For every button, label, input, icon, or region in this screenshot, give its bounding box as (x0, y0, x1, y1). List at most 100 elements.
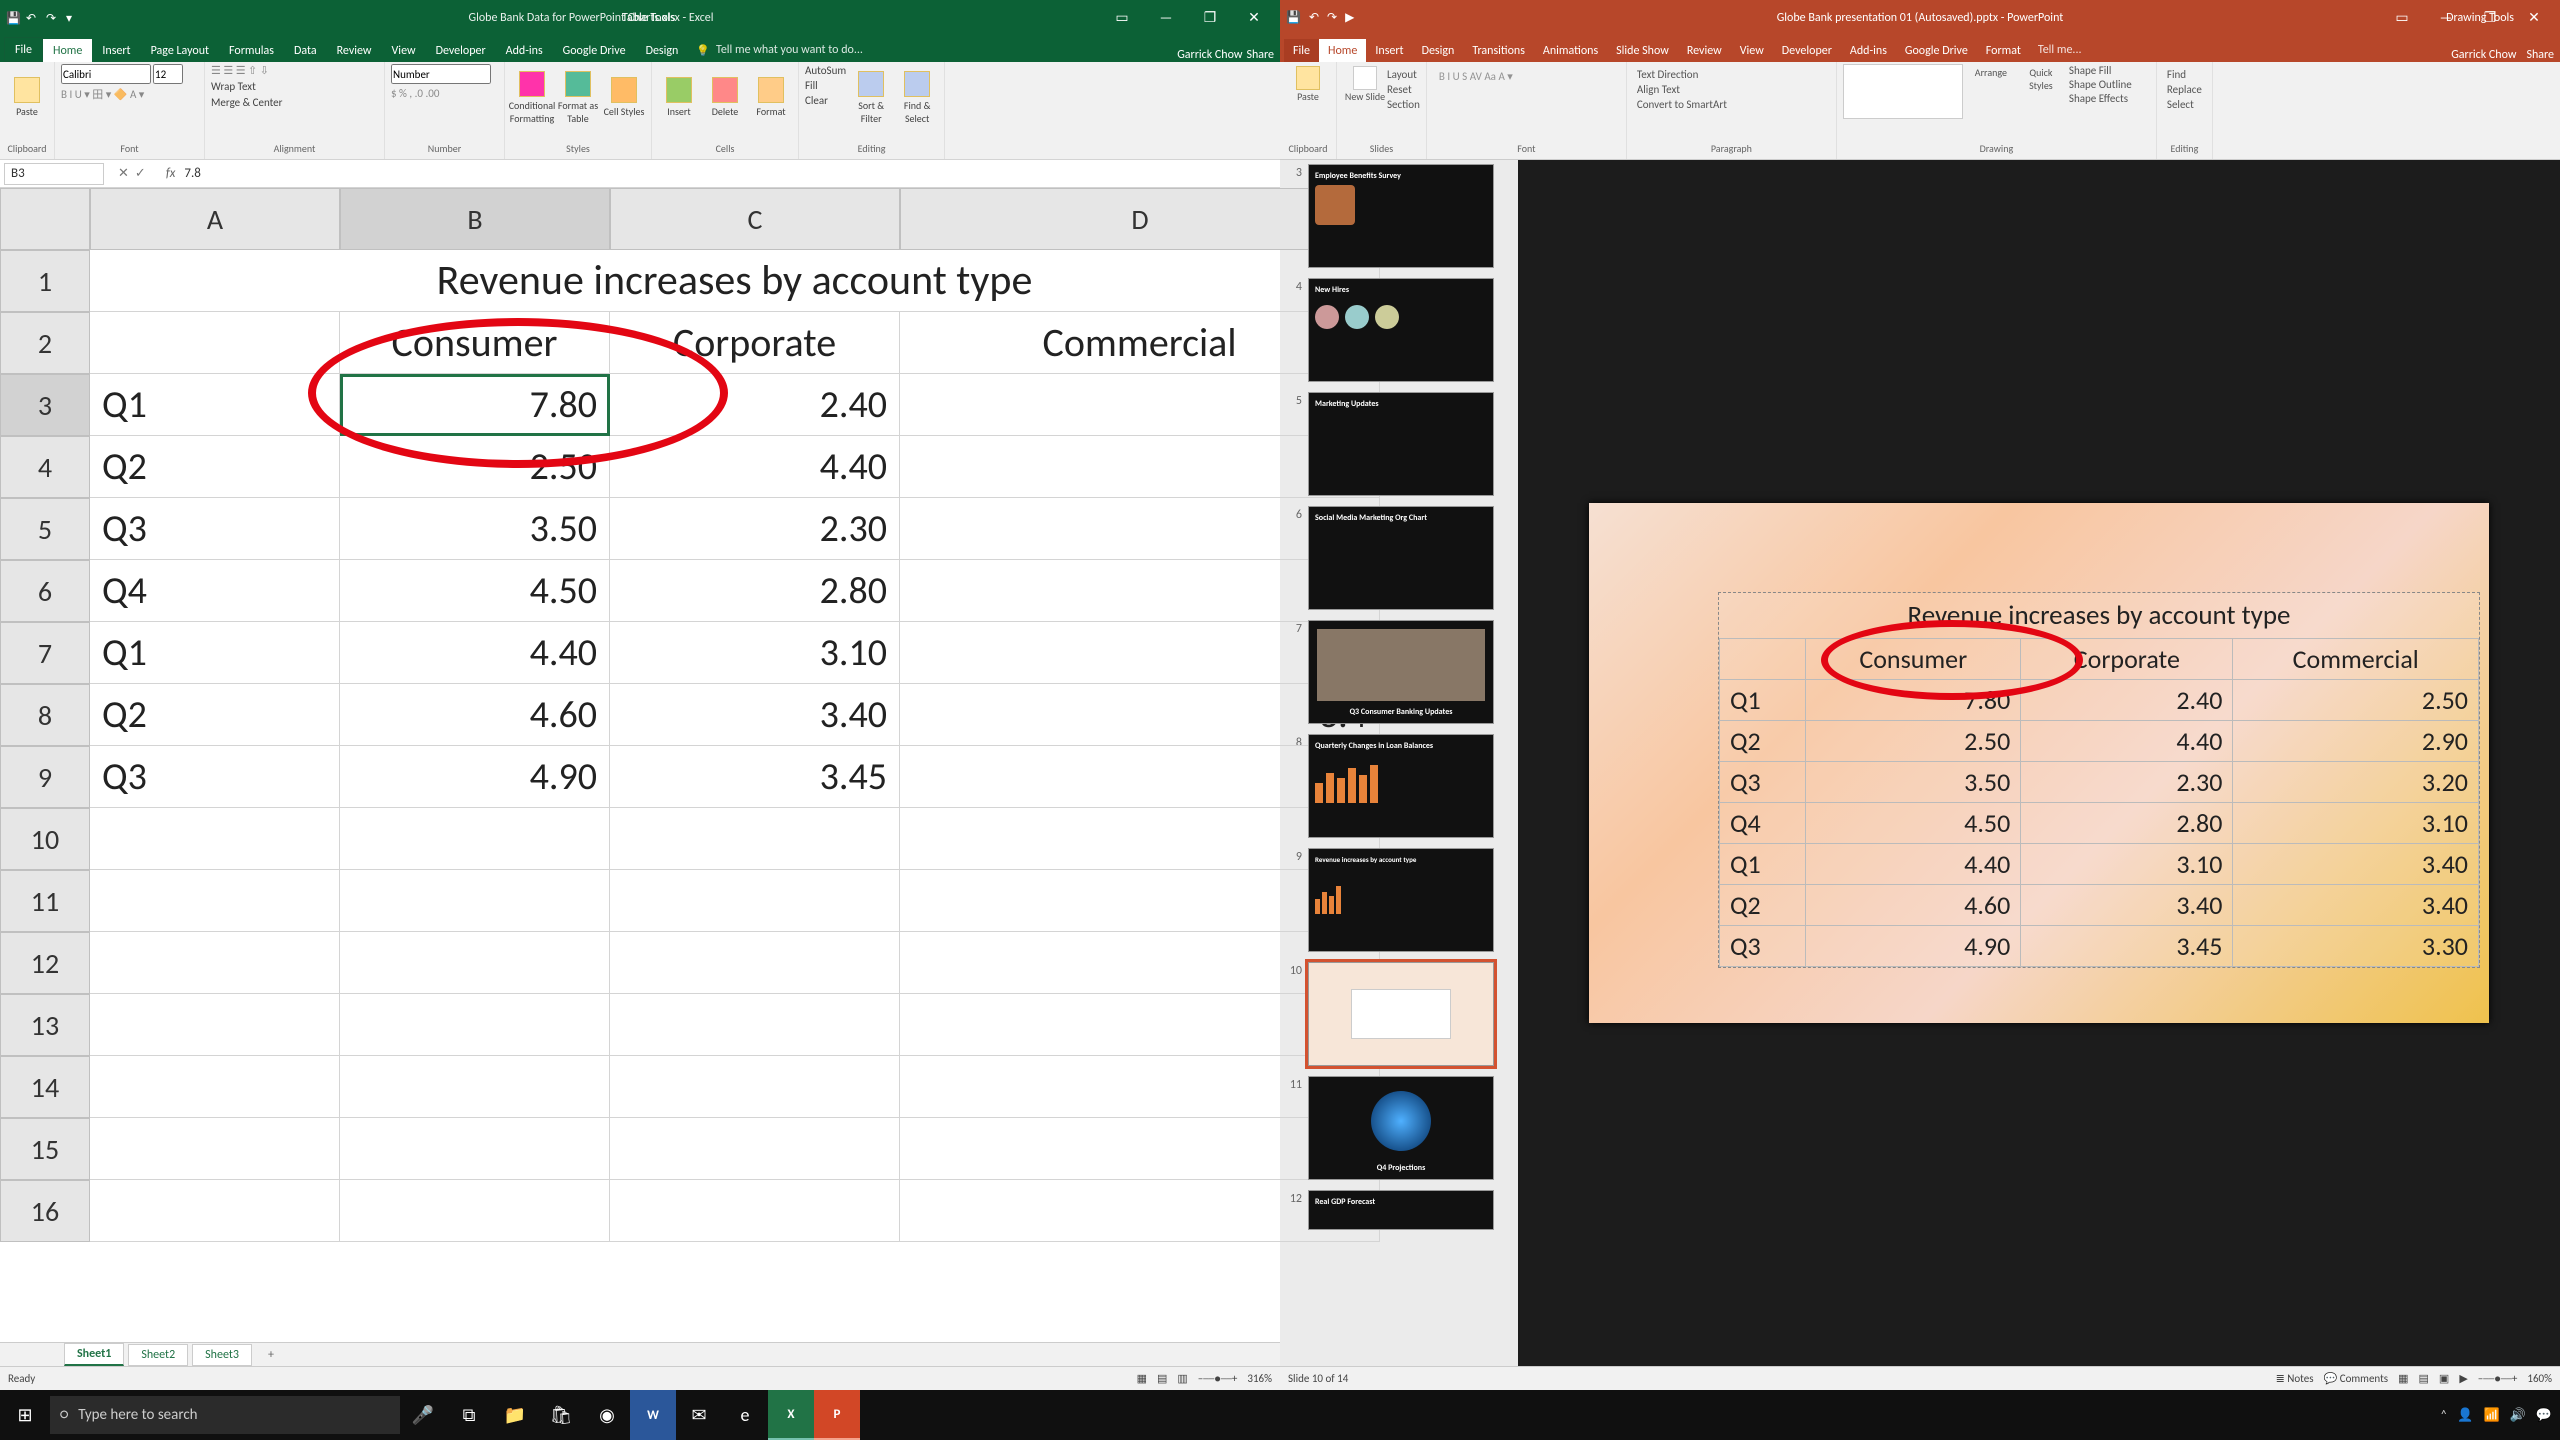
align-text[interactable]: Align Text (1637, 83, 1826, 96)
section[interactable]: Section (1387, 98, 1420, 111)
sort-filter[interactable]: Sort & Filter (850, 64, 892, 129)
excel-icon[interactable]: X (768, 1390, 814, 1440)
new-sheet[interactable]: + (256, 1345, 286, 1365)
number-format[interactable] (391, 64, 491, 84)
view-slideshow-icon[interactable]: ▶ (2459, 1372, 2467, 1385)
sheet-tab-1[interactable]: Sheet1 (64, 1343, 124, 1366)
view-pagebreak-icon[interactable]: ▥ (1177, 1372, 1187, 1385)
tab-insert[interactable]: Insert (92, 39, 140, 62)
reset[interactable]: Reset (1387, 83, 1420, 96)
col-A[interactable]: A (90, 188, 340, 250)
tab-home[interactable]: Home (1319, 39, 1366, 62)
tab-review[interactable]: Review (1678, 39, 1731, 62)
select[interactable]: Select (2167, 98, 2202, 111)
tab-home[interactable]: Home (43, 39, 92, 62)
tray-volume-icon[interactable]: 🔊 (2510, 1408, 2526, 1423)
undo-icon[interactable]: ↶ (26, 11, 40, 25)
file-explorer-icon[interactable]: 📁 (492, 1390, 538, 1440)
view-pagelayout-icon[interactable]: ▤ (1157, 1372, 1167, 1385)
tab-addins[interactable]: Add-ins (496, 39, 553, 62)
tab-animations[interactable]: Animations (1534, 39, 1607, 62)
sheet-tab-2[interactable]: Sheet2 (128, 1344, 188, 1366)
autosum[interactable]: AutoSum (805, 64, 846, 77)
tab-google-drive[interactable]: Google Drive (1896, 39, 1977, 62)
hdr-consumer[interactable]: Consumer (340, 312, 610, 374)
col-C[interactable]: C (610, 188, 900, 250)
row-1[interactable]: 1 (0, 250, 90, 312)
format-as-table[interactable]: Format as Table (557, 64, 599, 129)
clear[interactable]: Clear (805, 94, 846, 107)
sheet-tab-3[interactable]: Sheet3 (192, 1344, 252, 1366)
notes-button[interactable]: ≣ Notes (2276, 1372, 2314, 1385)
undo-icon[interactable]: ↶ (1309, 10, 1319, 25)
view-normal-icon[interactable]: ▦ (2398, 1372, 2408, 1385)
tell-me-search[interactable]: Tell me what you want to do... (688, 38, 871, 62)
start-slideshow-icon[interactable]: ▶ (1345, 10, 1354, 25)
taskbar-search[interactable]: ○ Type here to search (50, 1396, 400, 1434)
font-name[interactable] (61, 64, 151, 84)
thumb-9[interactable]: Revenue increases by account type (1308, 848, 1494, 952)
save-icon[interactable]: 💾 (6, 11, 20, 25)
worksheet-grid[interactable]: A B C D 1 Revenue increases by account t… (0, 188, 1280, 1342)
thumb-3[interactable]: Employee Benefits Survey (1308, 164, 1494, 268)
cancel-icon[interactable]: ✕ (118, 166, 129, 181)
slide-canvas[interactable]: Revenue increases by account type Consum… (1518, 160, 2560, 1366)
find[interactable]: Find (2167, 68, 2202, 81)
save-icon[interactable]: 💾 (1286, 10, 1301, 25)
thumb-5[interactable]: Marketing Updates (1308, 392, 1494, 496)
merge-center[interactable]: Merge & Center (211, 96, 283, 109)
tab-view[interactable]: View (382, 39, 426, 62)
tab-file[interactable]: File (4, 37, 43, 62)
shapes-gallery[interactable] (1843, 64, 1963, 119)
conditional-formatting[interactable]: Conditional Formatting (511, 64, 553, 129)
tab-review[interactable]: Review (327, 39, 382, 62)
tab-file[interactable]: File (1284, 39, 1319, 62)
col-B[interactable]: B (340, 188, 610, 250)
ribbon-options-icon[interactable]: ▭ (2382, 8, 2422, 28)
row-3[interactable]: 3 (0, 374, 90, 436)
paste-button[interactable]: Paste (1286, 64, 1330, 124)
thumb-12[interactable]: Real GDP Forecast (1308, 1190, 1494, 1230)
paste-button[interactable]: Paste (6, 64, 48, 129)
select-all[interactable] (0, 188, 90, 250)
close-icon[interactable]: ✕ (2514, 8, 2554, 28)
zoom-level[interactable]: 316% (1247, 1372, 1272, 1385)
new-slide[interactable]: New Slide (1343, 64, 1387, 124)
thumb-8[interactable]: Quarterly Changes in Loan Balances (1308, 734, 1494, 838)
row-2[interactable]: 2 (0, 312, 90, 374)
thumb-4[interactable]: New Hires (1308, 278, 1494, 382)
enter-icon[interactable]: ✓ (135, 166, 146, 181)
action-center-icon[interactable]: 💬 (2536, 1408, 2552, 1423)
quick-styles[interactable]: Quick Styles (2019, 64, 2063, 124)
tray-up-icon[interactable]: ˄ (2440, 1408, 2447, 1423)
tab-transitions[interactable]: Transitions (1463, 39, 1534, 62)
tab-design[interactable]: Design (636, 39, 689, 62)
tab-insert[interactable]: Insert (1366, 39, 1412, 62)
hdr-corporate[interactable]: Corporate (610, 312, 900, 374)
word-icon[interactable]: W (630, 1390, 676, 1440)
fill[interactable]: Fill (805, 79, 846, 92)
user-name[interactable]: Garrick Chow (1177, 48, 1242, 62)
tab-google-drive[interactable]: Google Drive (553, 39, 636, 62)
find-select[interactable]: Find & Select (896, 64, 938, 129)
start-button[interactable]: ⊞ (0, 1390, 50, 1440)
insert-cells[interactable]: Insert (658, 64, 700, 129)
ribbon-options-icon[interactable]: ▭ (1102, 8, 1142, 28)
tab-page-layout[interactable]: Page Layout (141, 39, 219, 62)
minimize-icon[interactable]: — (1146, 8, 1186, 28)
chrome-icon[interactable]: ◉ (584, 1390, 630, 1440)
powerpoint-icon[interactable]: P (814, 1390, 860, 1440)
thumb-7[interactable]: Q3 Consumer Banking Updates (1308, 620, 1494, 724)
edge-icon[interactable]: e (722, 1390, 768, 1440)
shape-fill[interactable]: Shape Fill (2069, 64, 2132, 77)
sheet-title[interactable]: Revenue increases by account type (90, 250, 1380, 312)
cell-styles[interactable]: Cell Styles (603, 64, 645, 129)
tab-design[interactable]: Design (1413, 39, 1464, 62)
view-sorter-icon[interactable]: ▤ (2419, 1372, 2429, 1385)
tab-format[interactable]: Format (1977, 39, 2030, 62)
qat-more-icon[interactable]: ▾ (66, 11, 80, 25)
mail-icon[interactable]: ✉ (676, 1390, 722, 1440)
tray-network-icon[interactable]: 📶 (2483, 1408, 2499, 1423)
tab-data[interactable]: Data (284, 39, 327, 62)
user-name[interactable]: Garrick Chow (2451, 48, 2516, 62)
